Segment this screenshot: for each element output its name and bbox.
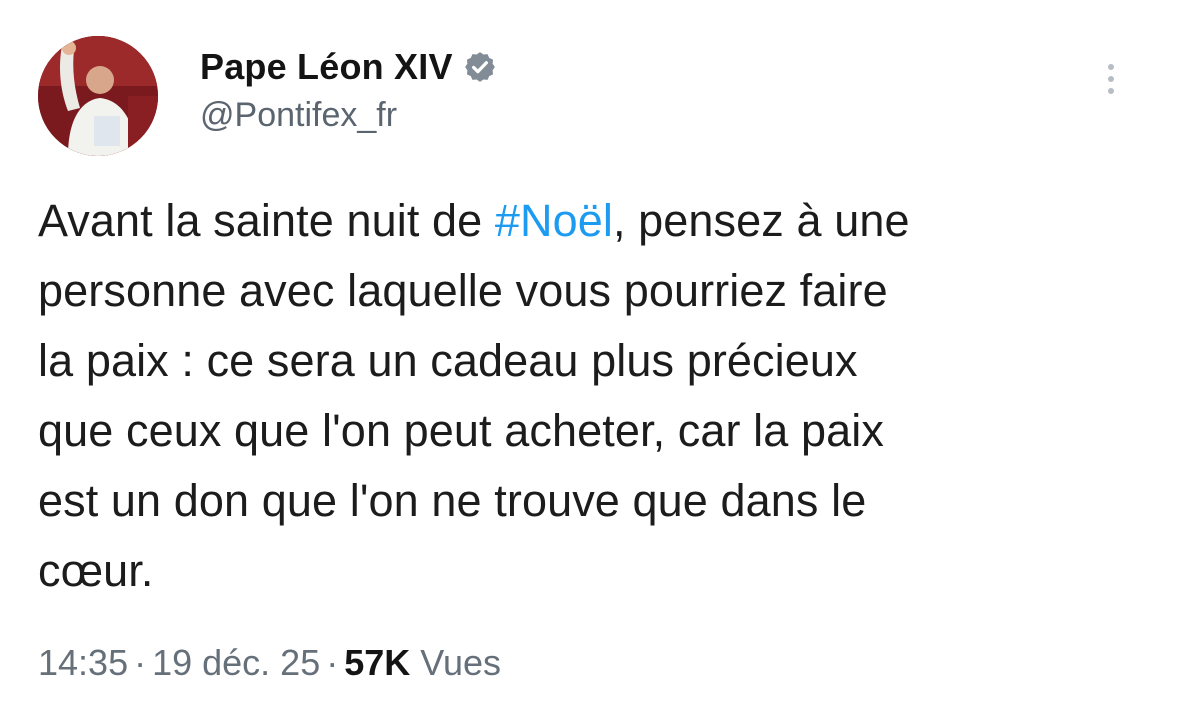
display-name-row: Pape Léon XIV (200, 42, 497, 92)
author-handle[interactable]: @Pontifex_fr (200, 96, 497, 135)
author-names: Pape Léon XIV @Pontifex_fr (200, 42, 497, 135)
tweet-text-line: cœur. (38, 545, 154, 596)
tweet-card[interactable]: Pape Léon XIV @Pontifex_fr Avant la sain… (0, 0, 1179, 721)
tweet-text-line: est un don que l'on ne trouve que dans l… (38, 475, 867, 526)
hashtag-link[interactable]: #Noël (495, 195, 613, 246)
author-display-name[interactable]: Pape Léon XIV (200, 46, 453, 88)
tweet-text: Avant la sainte nuit de #Noël, pensez à … (38, 186, 1148, 606)
views-count: 57K (344, 642, 411, 683)
avatar[interactable] (38, 36, 158, 156)
tweet-header: Pape Léon XIV @Pontifex_fr (38, 36, 1139, 156)
tweet-date[interactable]: 19 déc. 25 (152, 642, 320, 683)
tweet-text-line: la paix : ce sera un cadeau plus précieu… (38, 335, 858, 386)
tweet-text-line: personne avec laquelle vous pourriez fai… (38, 265, 888, 316)
verified-badge-icon (463, 50, 497, 84)
text-segment: Avant la sainte nuit de (38, 195, 495, 246)
meta-separator: · (134, 642, 147, 683)
tweet-meta: 14:35 · 19 déc. 25 · 57K Vues (38, 642, 501, 684)
more-vertical-icon[interactable] (1101, 64, 1121, 104)
views-label: Vues (420, 642, 502, 683)
tweet-text-line: que ceux que l'on peut acheter, car la p… (38, 405, 884, 456)
tweet-time[interactable]: 14:35 (38, 642, 128, 683)
meta-separator: · (326, 642, 339, 683)
tweet-text-line: Avant la sainte nuit de #Noël, pensez à … (38, 186, 1148, 256)
text-segment: , pensez à une (612, 195, 910, 246)
